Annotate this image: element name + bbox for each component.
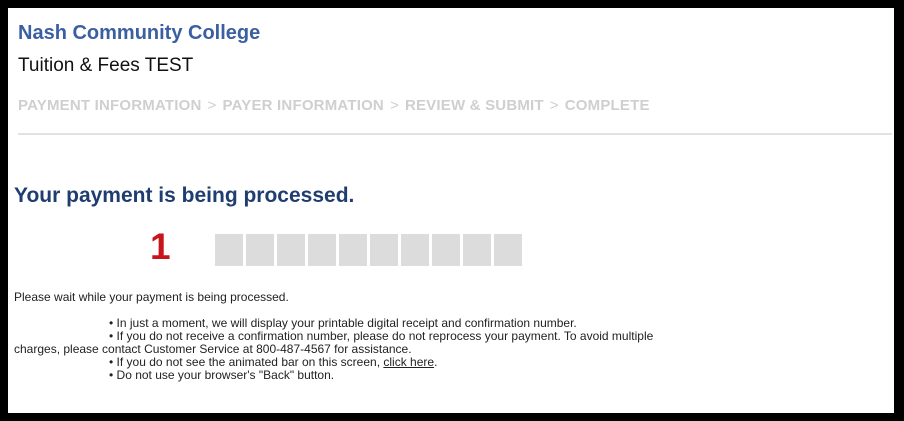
- progress-segment: [463, 234, 491, 266]
- progress-segment: [277, 234, 305, 266]
- progress-segment: [494, 234, 522, 266]
- college-name: Nash Community College: [18, 22, 261, 44]
- header-divider: [18, 133, 892, 135]
- progress-segment: [432, 234, 460, 266]
- step-payer-information: PAYER INFORMATION: [222, 97, 384, 114]
- instruction-back-button: • Do not use your browser's "Back" butto…: [109, 368, 335, 382]
- status-heading: Your payment is being processed.: [14, 184, 355, 207]
- progress-segment: [308, 234, 336, 266]
- page-frame: Nash Community College Tuition & Fees TE…: [8, 8, 894, 413]
- step-separator: >: [389, 97, 399, 114]
- progress-segment: [370, 234, 398, 266]
- page-title: Tuition & Fees TEST: [18, 55, 194, 76]
- progress-segment: [246, 234, 274, 266]
- progress-steps-breadcrumb: PAYMENT INFORMATION > PAYER INFORMATION > RE…: [18, 97, 650, 114]
- progress-segment: [215, 234, 243, 266]
- step-complete: COMPLETE: [564, 97, 650, 114]
- instruction-animated-bar-text: • If you do not see the animated bar on …: [109, 355, 384, 369]
- instruction-animated-bar-end: .: [434, 355, 438, 369]
- step-review-submit: REVIEW & SUBMIT: [404, 97, 544, 114]
- step-payment-information: PAYMENT INFORMATION: [18, 97, 202, 114]
- instructions-list: • In just a moment, we will display your…: [14, 317, 884, 382]
- progress-segment: [401, 234, 429, 266]
- wait-message: Please wait while your payment is being …: [14, 290, 289, 304]
- step-separator: >: [207, 97, 217, 114]
- step-separator: >: [549, 97, 559, 114]
- click-here-link[interactable]: click here: [383, 355, 434, 369]
- animated-progress-bar: [215, 234, 522, 266]
- annotation-marker: 1: [150, 226, 171, 267]
- progress-segment: [339, 234, 367, 266]
